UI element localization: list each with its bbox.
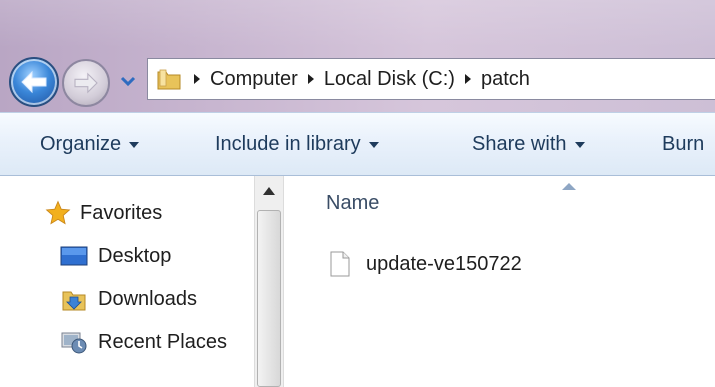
nav-item-label: Desktop [98, 244, 172, 267]
dropdown-caret-icon [574, 141, 585, 148]
address-bar[interactable]: Computer Local Disk (C:) patch [147, 58, 715, 100]
star-icon [44, 200, 72, 226]
navigation-pane-scrollbar[interactable] [254, 176, 284, 387]
back-arrow-icon [21, 70, 47, 94]
nav-item-favorites[interactable]: Favorites [44, 200, 162, 226]
navigation-pane: Favorites Desktop Downloads Recent Place… [0, 176, 254, 387]
organize-label: Organize [40, 133, 122, 155]
scroll-up-button[interactable] [255, 176, 283, 206]
burn-label: Burn [662, 133, 705, 155]
forward-arrow-icon [74, 72, 98, 94]
file-icon [330, 250, 352, 278]
nav-item-label: Recent Places [98, 330, 227, 353]
nav-item-downloads[interactable]: Downloads [60, 286, 197, 312]
breadcrumb-local-disk[interactable]: Local Disk (C:) [324, 68, 455, 91]
file-name: update-ve150722 [366, 252, 522, 275]
include-in-library-label: Include in library [215, 133, 361, 155]
breadcrumb-computer[interactable]: Computer [210, 68, 298, 91]
share-with-button[interactable]: Share with [472, 133, 585, 156]
breadcrumb-separator-icon[interactable] [192, 73, 202, 85]
recent-pages-button[interactable] [118, 70, 138, 92]
forward-button[interactable] [62, 59, 110, 107]
sort-ascending-icon [562, 178, 576, 196]
command-bar: Organize Include in library Share with B… [0, 112, 715, 176]
scroll-thumb[interactable] [257, 210, 281, 387]
share-with-label: Share with [472, 133, 567, 155]
breadcrumb-patch[interactable]: patch [481, 68, 530, 91]
dropdown-caret-icon [129, 141, 140, 148]
nav-item-label: Favorites [80, 201, 163, 224]
folder-icon [154, 64, 184, 94]
include-in-library-button[interactable]: Include in library [215, 133, 379, 156]
nav-item-desktop[interactable]: Desktop [60, 243, 171, 269]
downloads-folder-icon [60, 286, 88, 312]
desktop-icon [60, 243, 88, 269]
back-button[interactable] [9, 57, 59, 107]
chevron-down-icon [120, 76, 136, 87]
burn-button[interactable]: Burn [662, 133, 704, 156]
scroll-up-arrow-icon [263, 187, 275, 195]
column-header-name[interactable]: Name [326, 192, 379, 215]
breadcrumb-separator-icon[interactable] [306, 73, 316, 85]
recent-places-icon [60, 329, 88, 355]
file-list: Name update-ve150722 [284, 176, 715, 387]
dropdown-caret-icon [368, 141, 379, 148]
nav-item-recent-places[interactable]: Recent Places [60, 329, 227, 355]
file-row[interactable]: update-ve150722 [330, 250, 522, 278]
nav-item-label: Downloads [98, 287, 197, 310]
breadcrumb-separator-icon[interactable] [463, 73, 473, 85]
organize-menu-button[interactable]: Organize [40, 133, 140, 156]
